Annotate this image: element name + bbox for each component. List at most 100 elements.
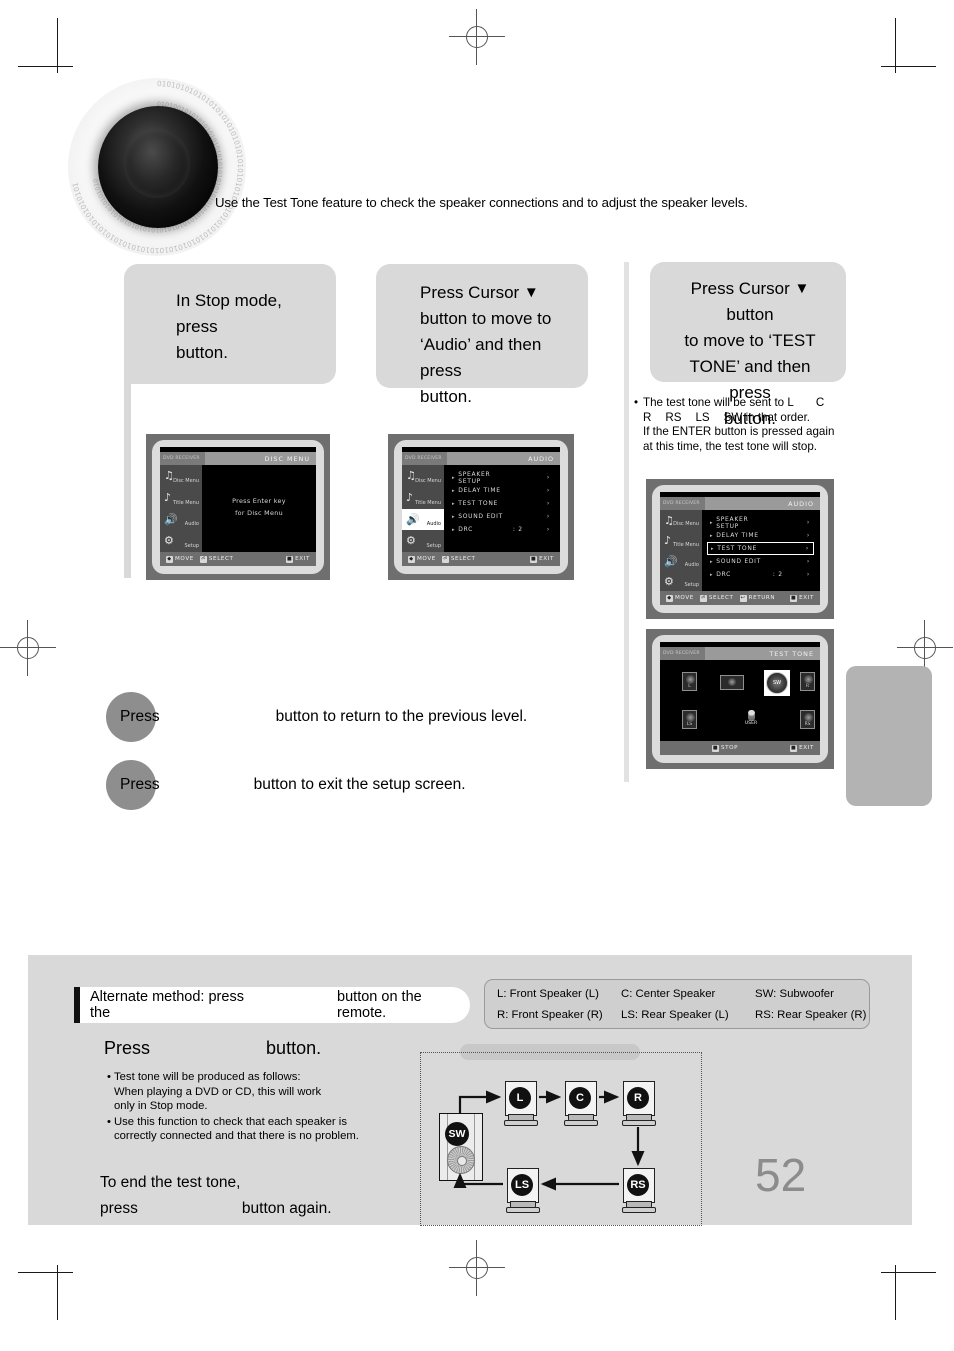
osd4-header-right: TEST TONE	[769, 649, 814, 658]
osd1-sidebar-item-setup[interactable]: ⚙ Setup	[160, 530, 202, 552]
osd1-footer-move[interactable]: ◆ MOVE	[166, 555, 194, 563]
alternate-method-bar: Alternate method: press the button on th…	[74, 987, 470, 1023]
osd3-footer-select[interactable]: ⏎ SELECT	[699, 594, 734, 602]
osd3-header-right: AUDIO	[788, 499, 814, 508]
osd2-sidebar-item-title-menu[interactable]: ♪ Title Menu	[402, 487, 444, 509]
osd4-speaker-LS[interactable]: LS	[682, 710, 697, 729]
osd4-footer: ■ STOP ■ EXIT	[660, 741, 820, 755]
osd2-footer-exit[interactable]: ■ EXIT	[530, 555, 554, 563]
osd4-speaker-C[interactable]	[720, 675, 744, 690]
legend-row: R: Front Speaker (R) LS: Rear Speaker (L…	[497, 1009, 867, 1021]
cursor-down-icon: ▼	[794, 280, 810, 297]
crop-mark-top-right-h	[881, 66, 936, 68]
speaker-cone	[98, 106, 218, 228]
osd3-menu-row-test-tone-highlighted[interactable]: ▸ TEST TONE ›	[707, 542, 814, 555]
crop-mark-top-left-v	[57, 18, 59, 73]
osd2-sidebar-item-audio[interactable]: 🔊 Audio	[402, 508, 444, 531]
registration-mark-left	[0, 620, 56, 676]
osd2-menu-row[interactable]: ▸ DRC: 2 ›	[449, 523, 554, 536]
page-edge-tab	[846, 666, 932, 806]
osd4-speaker-SW-selected[interactable]: SW	[764, 670, 790, 696]
osd2-sidebar-item-disc-menu[interactable]: ♫ Disc Menu	[402, 465, 444, 487]
osd4-speaker-R[interactable]: R	[800, 672, 815, 691]
osd3-sidebar-item-title-menu[interactable]: ♪ Title Menu	[660, 530, 702, 550]
step-1-accent-bar	[124, 384, 131, 578]
osd3-sidebar-item-audio[interactable]: 🔊 Audio	[660, 551, 702, 571]
osd3-menu-row[interactable]: ▸ DELAY TIME ›	[707, 529, 814, 542]
osd-screenshot-disc-menu: DVD RECEIVER DISC MENU ♫ Disc Menu ♪ Title…	[146, 434, 330, 580]
speaker-hero-graphic: 0101010101010101010101010101010101010101…	[62, 72, 252, 264]
osd4-speaker-RS[interactable]: RS	[800, 710, 815, 729]
osd3-footer: ◆ MOVE ⏎ SELECT ↩ RETURN ■ EXIT	[660, 591, 820, 605]
osd2-header-left: DVD RECEIVER	[402, 452, 447, 465]
test-tone-note: • The test tone will be sent to L C R RS LS…	[634, 396, 878, 454]
osd2-footer: ◆ MOVE ⏎ SELECT ■ EXIT	[402, 552, 560, 566]
step-3-line-1a: Press Cursor	[690, 279, 790, 298]
bottom-press-button-word: button.	[266, 1038, 322, 1058]
osd2-footer-move[interactable]: ◆ MOVE	[408, 555, 436, 563]
gear-icon: ⚙	[406, 534, 416, 548]
note-line-1a: The test tone will be sent to L	[643, 396, 794, 409]
diagram-arrows	[453, 1090, 645, 1191]
osd1-sidebar-item-disc-menu[interactable]: ♫ Disc Menu	[160, 465, 202, 487]
note-line-2a: R	[643, 410, 652, 424]
osd3-sidebar-item-disc-menu[interactable]: ♫ Disc Menu	[660, 510, 702, 530]
note-line-1b: C	[815, 396, 825, 409]
step-1-line-1: In Stop mode,	[176, 291, 282, 310]
osd3-sidebar: ♫ Disc Menu ♪ Title Menu 🔊 Audio ⚙ Setup	[660, 510, 702, 591]
osd4-user-icon: USER	[740, 710, 762, 726]
speaker-icon: 🔊	[406, 512, 420, 526]
osd4-footer-stop[interactable]: ■ STOP	[712, 744, 738, 752]
osd2-menu-row[interactable]: ▸ SPEAKER SETUP ›	[449, 471, 554, 485]
osd3-menu-row[interactable]: ▸ SPEAKER SETUP ›	[707, 516, 814, 530]
alternate-method-prefix: Alternate method: press the	[90, 989, 244, 1021]
osd4-footer-exit[interactable]: ■ EXIT	[790, 744, 814, 752]
mid-line-1-press: Press	[120, 708, 160, 725]
osd1-sidebar-item-title-menu[interactable]: ♪ Title Menu	[160, 487, 202, 509]
note-line-3: If the ENTER button is pressed again	[643, 425, 835, 439]
mid-line-2: Press button to exit the setup screen.	[120, 776, 466, 794]
osd1-footer-select[interactable]: ⏎ SELECT	[199, 555, 234, 563]
osd1-footer-exit[interactable]: ■ EXIT	[286, 555, 310, 563]
osd2-sidebar-item-setup[interactable]: ⚙ Setup	[402, 530, 444, 552]
step-2-line-4b: button.	[420, 387, 472, 406]
step-2-line-2: button to move to	[420, 309, 552, 328]
osd3-footer-return[interactable]: ↩ RETURN	[739, 594, 776, 602]
crop-mark-bottom-left-h	[18, 1272, 73, 1274]
osd1-message-line-2: for Disc Menu	[235, 508, 283, 517]
osd1-footer: ◆ MOVE ⏎ SELECT ■ EXIT	[160, 552, 316, 566]
osd2-menu-row[interactable]: ▸ DELAY TIME ›	[449, 484, 554, 497]
page-number: 52	[755, 1149, 807, 1201]
osd2-menu-row[interactable]: ▸ TEST TONE ›	[449, 497, 554, 510]
osd1-header-right: DISC MENU	[264, 454, 310, 463]
osd3-sidebar-item-setup[interactable]: ⚙ Setup	[660, 571, 702, 591]
bottom-bullet-list: • Test tone will be produced as follows:…	[104, 1070, 424, 1145]
intro-text: Use the Test Tone feature to check the s…	[215, 195, 748, 210]
osd2-header-right: AUDIO	[528, 454, 554, 463]
step-1-line-2: press	[176, 317, 218, 336]
step-1-line-3: button.	[176, 343, 228, 362]
note-line-4: at this time, the test tone will stop.	[643, 439, 817, 453]
osd1-header-left: DVD RECEIVER	[160, 452, 205, 465]
osd3-menu-row[interactable]: ▸ DRC: 2 ›	[707, 568, 814, 581]
cursor-down-icon: ▼	[523, 284, 539, 301]
osd3-footer-move[interactable]: ◆ MOVE	[666, 594, 694, 602]
osd4-speaker-L[interactable]: L	[682, 672, 697, 691]
end-test-tone-text: To end the test tone, press button again.	[100, 1170, 332, 1222]
end-line-2a: press	[100, 1200, 138, 1217]
registration-mark-top	[449, 9, 505, 65]
osd3-menu-row[interactable]: ▸ SOUND EDIT ›	[707, 555, 814, 568]
osd2-menu-row[interactable]: ▸ SOUND EDIT ›	[449, 510, 554, 523]
speaker-flow-diagram: SW L C R RS LS	[420, 1052, 702, 1226]
step-1-box: In Stop mode, press button.	[124, 264, 336, 384]
speaker-icon: 🔊	[164, 512, 178, 526]
osd3-footer-exit[interactable]: ■ EXIT	[790, 594, 814, 602]
gear-icon: ⚙	[164, 534, 174, 548]
registration-mark-bottom	[449, 1240, 505, 1296]
osd-screenshot-test-tone: DVD RECEIVER TEST TONE L SW R LS RS USER…	[646, 629, 834, 769]
osd2-footer-select[interactable]: ⏎ SELECT	[441, 555, 476, 563]
mid-line-2-rest: button to exit the setup screen.	[253, 776, 466, 793]
note-line-2c: LS	[695, 410, 710, 424]
speaker-legend: L: Front Speaker (L) C: Center Speaker S…	[484, 979, 870, 1029]
osd1-sidebar-item-audio[interactable]: 🔊 Audio	[160, 509, 202, 531]
